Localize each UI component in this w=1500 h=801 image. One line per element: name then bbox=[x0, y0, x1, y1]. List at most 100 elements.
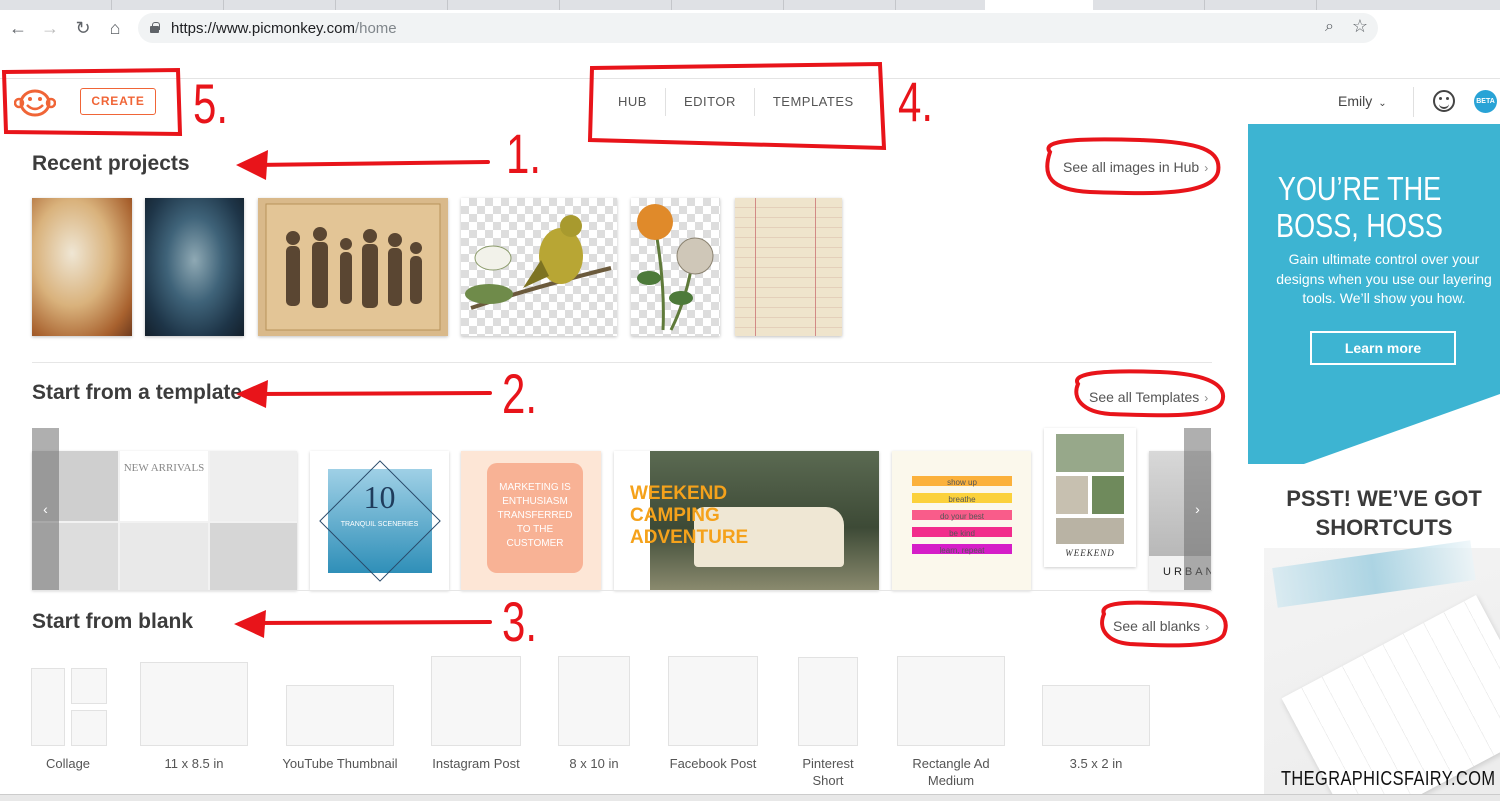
blank-instagram-post[interactable] bbox=[431, 656, 521, 746]
see-all-blanks-link[interactable]: See all blanks › bbox=[1113, 618, 1209, 634]
back-icon[interactable]: ← bbox=[6, 16, 30, 40]
nav-editor[interactable]: EDITOR bbox=[666, 87, 754, 117]
tranquil-number: 10 bbox=[363, 479, 396, 515]
url-path: /home bbox=[354, 20, 397, 37]
browser-tab[interactable] bbox=[560, 0, 672, 10]
blank-8x10[interactable] bbox=[558, 656, 630, 746]
see-all-templates-link[interactable]: See all Templates › bbox=[1089, 389, 1208, 405]
annotation-number-3: 3. bbox=[502, 590, 538, 653]
browser-tab[interactable] bbox=[224, 0, 336, 10]
see-all-images-link[interactable]: See all images in Hub › bbox=[1063, 159, 1208, 175]
forward-icon[interactable]: → bbox=[38, 16, 62, 40]
template-weekend-camping[interactable]: WEEKEND CAMPING ADVENTURE bbox=[614, 451, 879, 590]
browser-tab-active[interactable] bbox=[985, 0, 1093, 10]
browser-tab[interactable] bbox=[1205, 0, 1317, 10]
template-marketing-quote[interactable]: MARKETING IS ENTHUSIASM TRANSFERRED TO T… bbox=[461, 451, 601, 590]
ledger-margin-line bbox=[815, 198, 816, 336]
carousel-next-button[interactable]: › bbox=[1184, 428, 1211, 590]
blank-collage[interactable] bbox=[31, 668, 107, 746]
address-bar[interactable]: https://www.picmonkey.com/home ⌕ ☆ bbox=[138, 13, 1378, 43]
browser-tab[interactable] bbox=[0, 0, 112, 10]
home-icon[interactable]: ⌂ bbox=[103, 16, 127, 40]
new-arrivals-text: NEW ARRIVALS bbox=[120, 451, 208, 521]
collage-photo bbox=[1092, 476, 1124, 514]
blank-pinterest-short[interactable] bbox=[798, 657, 858, 746]
chevron-down-icon: ⌄ bbox=[1378, 98, 1387, 109]
flowers-illustration bbox=[637, 204, 714, 331]
zoom-icon[interactable]: ⌕ bbox=[1325, 18, 1334, 36]
beta-badge[interactable]: BETA bbox=[1474, 90, 1497, 113]
vintage-fashion-illustration bbox=[265, 203, 441, 331]
recent-project-bird[interactable] bbox=[461, 198, 617, 336]
section-title-blank: Start from blank bbox=[32, 610, 194, 633]
show-up-line: breathe bbox=[948, 495, 976, 504]
section-divider bbox=[32, 590, 1212, 591]
promo-diagonal bbox=[1248, 394, 1500, 484]
blank-label: Facebook Post bbox=[669, 756, 757, 771]
watercolor-swatch bbox=[1272, 540, 1476, 608]
nav-hub[interactable]: HUB bbox=[600, 87, 665, 117]
blank-label: Collage bbox=[45, 756, 91, 771]
blank-label: Instagram Post bbox=[432, 756, 520, 771]
learn-more-button[interactable]: Learn more bbox=[1310, 331, 1456, 365]
template-weekend-collage[interactable]: WEEKEND bbox=[1044, 428, 1136, 567]
show-up-line: learn, repeat bbox=[939, 546, 985, 555]
section-title-recent: Recent projects bbox=[32, 152, 190, 175]
ledger-margin-line bbox=[755, 198, 756, 336]
recent-project-flowers[interactable] bbox=[631, 198, 720, 336]
browser-tab[interactable] bbox=[672, 0, 784, 10]
recent-project-ledger-paper[interactable] bbox=[735, 198, 842, 336]
user-menu[interactable]: Emily ⌄ bbox=[1338, 93, 1387, 109]
recent-project-blue-texture[interactable] bbox=[145, 198, 244, 336]
annotation-number-5: 5. bbox=[193, 72, 229, 135]
blank-youtube-thumbnail[interactable] bbox=[286, 685, 394, 746]
bird-illustration bbox=[465, 215, 612, 310]
create-button[interactable]: CREATE bbox=[80, 88, 156, 115]
section-divider bbox=[32, 362, 1212, 363]
nav-templates[interactable]: TEMPLATES bbox=[755, 87, 872, 117]
user-name: Emily bbox=[1338, 93, 1373, 109]
section-title-template: Start from a template bbox=[32, 381, 243, 404]
template-photo-tile bbox=[120, 523, 208, 590]
carousel-prev-button[interactable]: ‹ bbox=[32, 428, 59, 590]
blank-facebook-post[interactable] bbox=[668, 656, 758, 746]
picmonkey-logo-icon[interactable] bbox=[14, 87, 56, 117]
browser-tab[interactable] bbox=[784, 0, 896, 10]
see-all-images-label: See all images in Hub bbox=[1063, 159, 1200, 175]
browser-tab[interactable] bbox=[336, 0, 448, 10]
template-new-arrivals[interactable]: NEW ARRIVALS bbox=[32, 451, 297, 590]
watermark-text: THEGRAPHICSFAIRY.COM bbox=[1281, 768, 1496, 790]
star-icon[interactable]: ☆ bbox=[1352, 16, 1368, 37]
blank-label: 8 x 10 in bbox=[569, 756, 619, 771]
promo-sidebar: YOU’RE THE BOSS, HOSS Gain ultimate cont… bbox=[1248, 124, 1500, 801]
top-nav: HUB EDITOR TEMPLATES bbox=[600, 87, 872, 117]
annotation-arrow-2 bbox=[246, 391, 492, 396]
show-up-line: do your best bbox=[939, 512, 985, 521]
blank-rectangle-ad-medium[interactable] bbox=[897, 656, 1005, 746]
recent-project-rust-texture[interactable] bbox=[32, 198, 132, 336]
show-up-line: be kind bbox=[949, 529, 975, 538]
collage-cell bbox=[71, 710, 107, 746]
url-text: https://www.picmonkey.com/home bbox=[171, 20, 397, 37]
smiley-feedback-icon[interactable] bbox=[1433, 90, 1455, 112]
template-tranquil-sceneries[interactable]: 10 TRANQUIL SCENERIES bbox=[310, 451, 449, 590]
annotation-number-4: 4. bbox=[898, 70, 934, 133]
collage-photo bbox=[1056, 476, 1088, 514]
browser-tab-strip bbox=[0, 0, 1500, 10]
annotation-arrowhead-3 bbox=[234, 610, 266, 638]
marketing-quote-text: MARKETING IS ENTHUSIASM TRANSFERRED TO T… bbox=[497, 482, 573, 549]
browser-tab[interactable] bbox=[112, 0, 224, 10]
header-divider bbox=[1413, 87, 1414, 117]
blank-11x8.5[interactable] bbox=[140, 662, 248, 746]
browser-bottom-edge bbox=[0, 794, 1500, 801]
blank-3.5x2[interactable] bbox=[1042, 685, 1150, 746]
collage-cell bbox=[31, 668, 65, 746]
annotation-arrow-1 bbox=[248, 160, 490, 167]
reload-icon[interactable]: ↻ bbox=[71, 16, 95, 40]
promo-headline-2: PSST! WE’VE GOT SHORTCUTS bbox=[1286, 486, 1482, 540]
browser-tab[interactable] bbox=[448, 0, 560, 10]
recent-project-vintage-fashion[interactable] bbox=[258, 198, 448, 336]
browser-tab[interactable] bbox=[1093, 0, 1205, 10]
collage-photo bbox=[1056, 434, 1124, 472]
template-show-up[interactable]: show up breathe do your best be kind lea… bbox=[892, 451, 1031, 590]
